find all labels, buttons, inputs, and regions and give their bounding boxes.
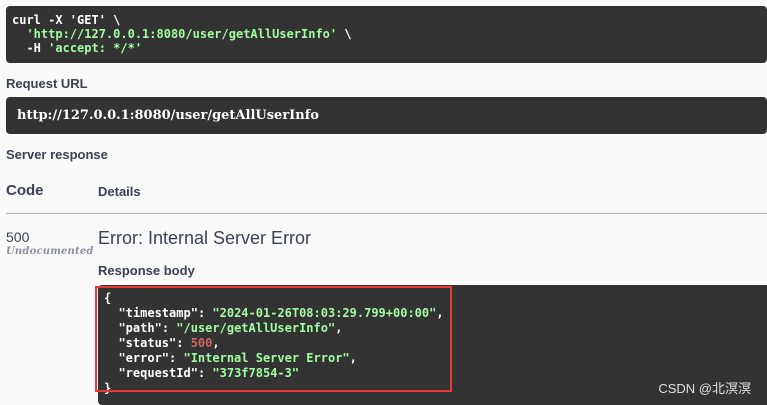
json-key-timestamp: "timestamp" xyxy=(118,306,198,320)
json-close-brace: } xyxy=(104,381,112,395)
json-value-error: "Internal Server Error" xyxy=(183,351,350,365)
json-value-requestid: "373f7854-3" xyxy=(212,366,300,380)
undocumented-note: Undocumented xyxy=(6,246,94,257)
curl-url: 'http://127.0.0.1:8080/user/getAllUserIn… xyxy=(26,27,338,41)
json-key-error: "error" xyxy=(118,351,170,365)
json-key-path: "path" xyxy=(118,321,162,335)
request-url-label: Request URL xyxy=(6,76,88,91)
table-header-divider xyxy=(6,213,767,214)
csdn-watermark: CSDN @北溟溟 xyxy=(658,381,751,396)
json-value-timestamp: "2024-01-26T08:03:29.799+00:00" xyxy=(212,306,437,320)
response-body-label: Response body xyxy=(98,263,195,278)
json-value-path: "/user/getAllUserInfo" xyxy=(176,321,336,335)
curl-line-1: curl -X 'GET' \ xyxy=(12,13,121,27)
curl-accept-header: 'accept: */*' xyxy=(48,41,143,55)
json-value-status: 500 xyxy=(190,336,213,350)
curl-header-flag: -H xyxy=(26,41,49,55)
response-error-title: Error: Internal Server Error xyxy=(98,228,312,248)
request-url-value: http://127.0.0.1:8080/user/getAllUserInf… xyxy=(17,108,319,123)
json-open-brace: { xyxy=(104,291,112,305)
request-url-block[interactable]: http://127.0.0.1:8080/user/getAllUserInf… xyxy=(6,97,767,134)
json-key-status: "status" xyxy=(118,336,177,350)
server-response-label: Server response xyxy=(6,147,108,162)
column-header-details: Details xyxy=(98,184,141,199)
response-status-code: 500 xyxy=(6,229,30,245)
json-key-requestid: "requestId" xyxy=(118,366,198,380)
curl-line-2-tail: \ xyxy=(337,27,352,41)
column-header-code: Code xyxy=(6,182,44,199)
curl-command-block[interactable]: curl -X 'GET' \ 'http://127.0.0.1:8080/u… xyxy=(6,6,767,63)
